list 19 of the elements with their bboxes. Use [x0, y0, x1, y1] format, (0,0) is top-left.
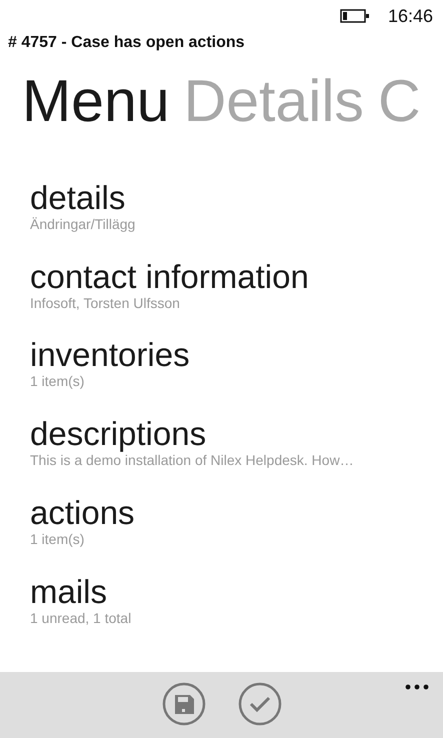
menu-item-subtitle: 1 item(s): [30, 530, 86, 548]
check-button[interactable]: [238, 682, 282, 726]
menu-item-title[interactable]: contact information: [30, 258, 443, 296]
case-title: # 4757 - Case has open actions: [7, 33, 246, 53]
menu-item-title[interactable]: descriptions: [30, 415, 443, 454]
menu-item-title[interactable]: inventories: [30, 336, 443, 374]
battery-icon: [340, 9, 370, 23]
menu-item-title[interactable]: details: [30, 179, 443, 217]
more-icon[interactable]: [405, 684, 429, 690]
save-button[interactable]: [162, 682, 206, 726]
menu-item-subtitle: Ändringar/Tillägg: [30, 216, 136, 233]
menu-item-subtitle: This is a demo installation of Nilex Helpdesk. How…: [30, 452, 355, 469]
menu-item-subtitle: 1 unread, 1 total: [30, 610, 132, 626]
menu-item-title[interactable]: actions: [30, 494, 443, 532]
menu-item-title[interactable]: mails: [30, 572, 443, 611]
menu-item-subtitle: Infosoft, Torsten Ulfsson: [30, 294, 181, 312]
clock-time: 16:46: [388, 4, 433, 28]
pivot-header[interactable]: Menu: [22, 69, 170, 134]
menu-item-subtitle: 1 item(s): [30, 373, 86, 390]
